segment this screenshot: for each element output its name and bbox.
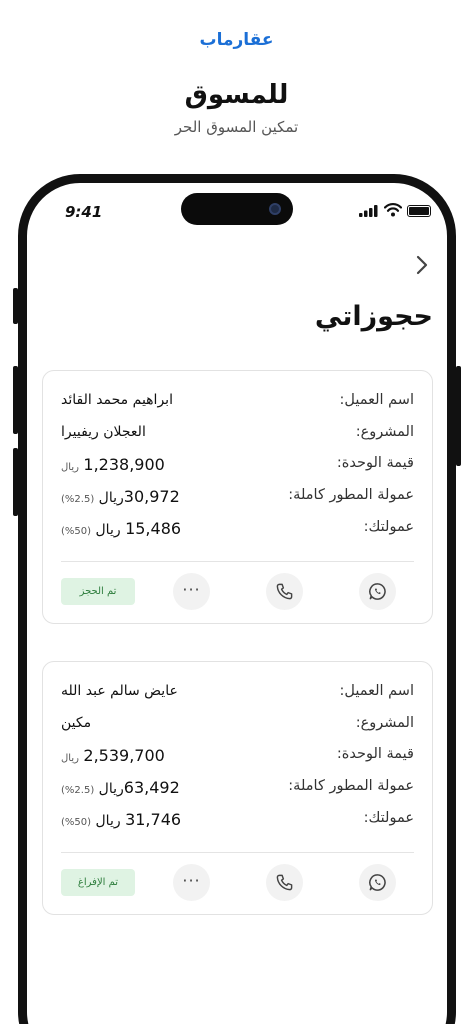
phone-icon xyxy=(276,874,293,891)
whatsapp-button[interactable] xyxy=(359,864,396,901)
developer-commission-value: 63,492ريال (2.5%) xyxy=(61,778,180,797)
whatsapp-button[interactable] xyxy=(359,573,396,610)
developer-commission-pct: (2.5%) xyxy=(61,494,95,505)
client-row: اسم العميل: عايض سالم عبد الله xyxy=(61,683,414,707)
project-value: العجلان ريفييرا xyxy=(61,424,146,440)
status-badge: تم الحجز xyxy=(61,578,135,605)
client-value: ابراهيم محمد القائد xyxy=(61,392,173,408)
your-commission-currency: ريال xyxy=(95,813,121,829)
client-label: اسم العميل: xyxy=(339,392,414,408)
hero-subtitle: تمكين المسوق الحر xyxy=(174,118,299,136)
card-divider xyxy=(61,852,414,853)
your-commission-pct: (50%) xyxy=(61,526,92,537)
your-commission-value: 15,486 ريال (50%) xyxy=(61,519,181,538)
developer-commission-currency: ريال xyxy=(98,781,124,797)
status-badge: تم الإفراغ xyxy=(61,869,135,896)
your-commission-label: عمولتك: xyxy=(363,519,414,535)
unit-value-label: قيمة الوحدة: xyxy=(336,746,414,762)
project-value: مكين xyxy=(61,715,92,731)
unit-value-currency: ريال xyxy=(61,462,79,473)
unit-value-row: قيمة الوحدة: 1,238,900 ريال xyxy=(61,455,414,479)
developer-commission-pct: (2.5%) xyxy=(61,785,95,796)
project-row: المشروع: مكين xyxy=(61,715,414,739)
camera-icon xyxy=(269,203,281,215)
wifi-icon xyxy=(384,203,402,217)
unit-value-currency: ريال xyxy=(61,753,79,764)
whatsapp-icon xyxy=(369,583,386,600)
developer-commission-row: عمولة المطور كاملة: 63,492ريال (2.5%) xyxy=(61,778,414,802)
unit-value-label: قيمة الوحدة: xyxy=(336,455,414,471)
phone-frame: 9:41 حجوزاتي اسم العميل: ابراهيم محمد ال… xyxy=(18,174,456,1024)
client-row: اسم العميل: ابراهيم محمد القائد xyxy=(61,392,414,416)
unit-value: 1,238,900 ريال xyxy=(61,455,165,474)
your-commission-label: عمولتك: xyxy=(363,810,414,826)
unit-value-amount: 2,539,700 xyxy=(83,746,165,765)
developer-commission-row: عمولة المطور كاملة: 30,972ريال (2.5%) xyxy=(61,487,414,511)
unit-value-amount: 1,238,900 xyxy=(83,455,165,474)
phone-call-button[interactable] xyxy=(266,864,303,901)
status-time: 9:41 xyxy=(65,203,103,221)
developer-commission-currency: ريال xyxy=(98,490,124,506)
booking-card: اسم العميل: عايض سالم عبد الله المشروع: … xyxy=(42,661,433,915)
developer-commission-label: عمولة المطور كاملة: xyxy=(288,487,414,503)
developer-commission-value: 30,972ريال (2.5%) xyxy=(61,487,180,506)
chevron-right-icon[interactable] xyxy=(409,253,433,277)
dynamic-island xyxy=(181,193,293,225)
developer-commission-amount: 63,492 xyxy=(123,778,180,797)
client-value: عايض سالم عبد الله xyxy=(61,683,178,699)
phone-icon xyxy=(276,583,293,600)
your-commission-value: 31,746 ريال (50%) xyxy=(61,810,181,829)
battery-icon xyxy=(407,205,431,217)
client-label: اسم العميل: xyxy=(339,683,414,699)
your-commission-row: عمولتك: 15,486 ريال (50%) xyxy=(61,519,414,543)
signal-icon xyxy=(359,205,378,217)
your-commission-pct: (50%) xyxy=(61,817,92,828)
page-title: حجوزاتي xyxy=(314,301,433,332)
your-commission-row: عمولتك: 31,746 ريال (50%) xyxy=(61,810,414,834)
brand-logo: عقارماب xyxy=(199,30,274,50)
project-label: المشروع: xyxy=(355,715,414,731)
more-icon: ··· xyxy=(182,580,201,599)
project-row: المشروع: العجلان ريفييرا xyxy=(61,424,414,448)
phone-power-button xyxy=(456,366,461,466)
more-options-button[interactable]: ··· xyxy=(173,573,210,610)
unit-value-row: قيمة الوحدة: 2,539,700 ريال xyxy=(61,746,414,770)
hero-title: للمسوق xyxy=(184,80,289,110)
your-commission-currency: ريال xyxy=(95,522,121,538)
your-commission-amount: 15,486 xyxy=(125,519,182,538)
developer-commission-label: عمولة المطور كاملة: xyxy=(288,778,414,794)
whatsapp-icon xyxy=(369,874,386,891)
more-icon: ··· xyxy=(182,871,201,890)
phone-call-button[interactable] xyxy=(266,573,303,610)
card-divider xyxy=(61,561,414,562)
status-bar: 9:41 xyxy=(27,183,447,237)
more-options-button[interactable]: ··· xyxy=(173,864,210,901)
booking-card: اسم العميل: ابراهيم محمد القائد المشروع:… xyxy=(42,370,433,624)
developer-commission-amount: 30,972 xyxy=(123,487,180,506)
your-commission-amount: 31,746 xyxy=(125,810,182,829)
unit-value: 2,539,700 ريال xyxy=(61,746,165,765)
project-label: المشروع: xyxy=(355,424,414,440)
